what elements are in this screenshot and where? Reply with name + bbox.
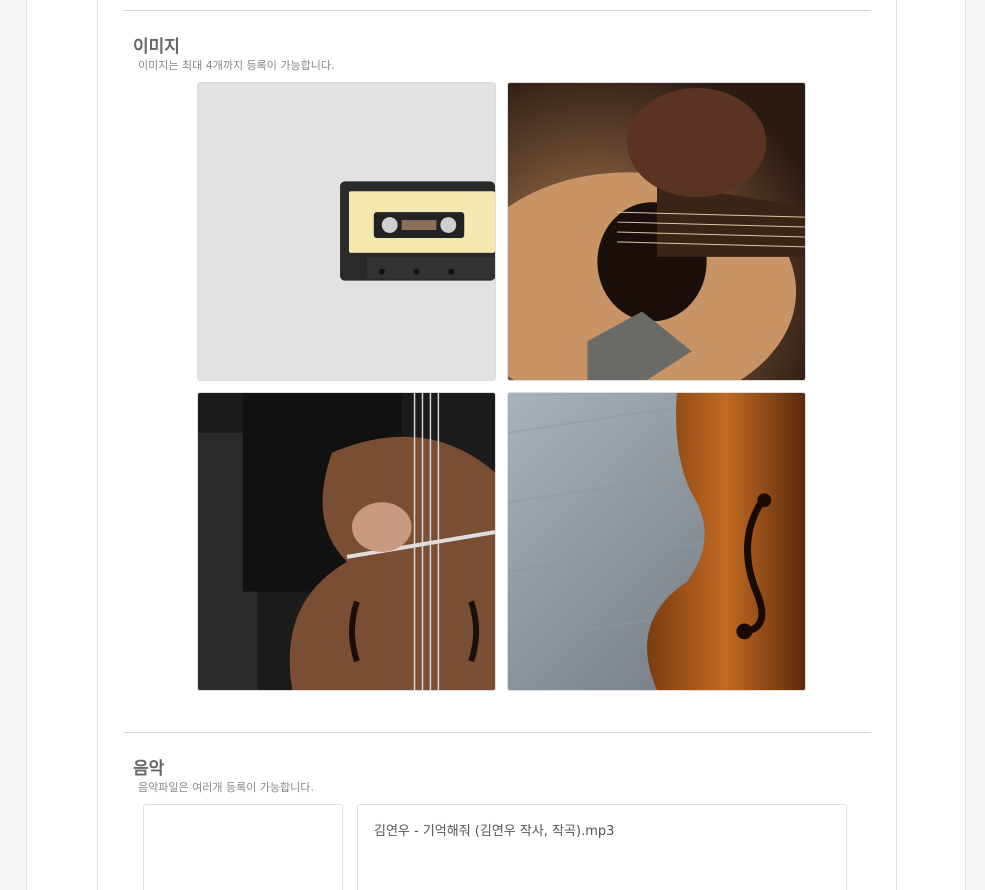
section-divider-top	[123, 10, 871, 11]
violin-image[interactable]	[507, 392, 806, 691]
cassette-illustration	[198, 83, 495, 380]
cello-player-image[interactable]	[197, 392, 496, 691]
image-section-subtitle: 이미지는 최대 4개까지 등록이 가능합니다.	[138, 59, 335, 72]
music-file-item[interactable]: 김연우 - 기억해줘 (김연우 작사, 작곡).mp3	[374, 820, 614, 839]
violin-illustration	[508, 393, 805, 690]
cassette-tape-image[interactable]	[197, 82, 496, 381]
image-section-title: 이미지	[133, 37, 180, 57]
music-section-title: 음악	[133, 759, 165, 779]
section-divider-music	[123, 732, 871, 733]
music-file-list[interactable]: 김연우 - 기억해줘 (김연우 작사, 작곡).mp3	[357, 804, 847, 890]
cello-illustration	[198, 393, 495, 690]
music-cover-box[interactable]	[143, 804, 343, 890]
guitar-illustration	[508, 83, 805, 380]
music-section-subtitle: 음악파일은 여러개 등록이 가능합니다.	[138, 781, 314, 794]
acoustic-guitar-image[interactable]	[507, 82, 806, 381]
